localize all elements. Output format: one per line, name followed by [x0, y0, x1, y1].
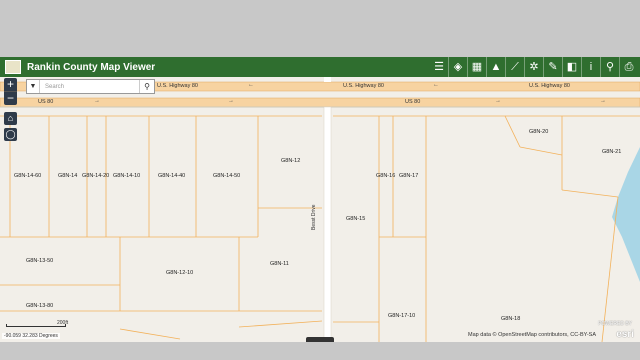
road-top	[324, 77, 331, 82]
road-label-us80-left: US 80	[38, 99, 54, 105]
oneway-arrow: →	[495, 98, 501, 104]
oneway-arrow: →	[228, 98, 234, 104]
layers-icon[interactable]: ◈	[448, 57, 467, 77]
search-widget: ▼ Search ⚲	[26, 79, 155, 94]
print-icon[interactable]: ⎙	[619, 57, 638, 77]
map-attribution: Map data © OpenStreetMap contributors, C…	[468, 332, 596, 338]
home-button[interactable]: ⌂	[4, 112, 17, 125]
map-canvas[interactable]: U.S. Highway 80 U.S. Highway 80 U.S. Hig…	[0, 77, 640, 342]
coordinate-readout: -90.059 32.283 Degrees	[2, 333, 60, 339]
scale-label: 200ft	[57, 320, 69, 326]
land-background	[0, 77, 640, 342]
parcel-label: G8N-17	[399, 173, 419, 179]
road-label-besst-drive: Besst Drive	[311, 204, 317, 230]
zoom-control: + −	[4, 78, 17, 105]
map-svg[interactable]	[0, 77, 640, 342]
toolbar: ☰ ◈ ▦ ▲ ⟋ ✲ ✎ ◧ i ⚲ ⎙	[430, 57, 638, 77]
share-icon[interactable]: ⚲	[600, 57, 619, 77]
parcel-label: G8N-15	[346, 216, 366, 222]
legend-icon[interactable]: ☰	[430, 57, 448, 77]
measure-icon[interactable]: ⟋	[505, 57, 524, 77]
about-icon[interactable]: i	[581, 57, 600, 77]
county-logo	[5, 60, 21, 74]
parcel-label: G8N-12	[281, 158, 301, 164]
search-input[interactable]: Search	[40, 84, 139, 90]
road-label-highway-80-left: U.S. Highway 80	[157, 83, 198, 89]
zoom-in-button[interactable]: +	[4, 78, 17, 91]
oneway-arrow: ←	[433, 82, 439, 88]
bottom-panel-handle[interactable]	[306, 337, 334, 342]
parcel-label: G8N-14-40	[158, 173, 186, 179]
parcel-label: G8N-20	[529, 129, 549, 135]
parcel-label: G8N-21	[602, 149, 622, 155]
header-bar: Rankin County Map Viewer ☰ ◈ ▦ ▲ ⟋ ✲ ✎ ◧ i ⚲ ⎙	[0, 57, 640, 77]
draw-icon[interactable]: ✎	[543, 57, 562, 77]
parcel-label: G8N-16	[376, 173, 396, 179]
parcel-label: G8N-17-10	[388, 313, 416, 319]
besst-drive-road	[323, 106, 332, 342]
esri-powered-text: POWERED BY	[598, 321, 632, 327]
search-source-dropdown[interactable]: ▼	[27, 80, 40, 93]
parcel-label: G8N-12-10	[166, 270, 194, 276]
oneway-arrow: →	[600, 98, 606, 104]
parcel-label: G8N-14-10	[113, 173, 141, 179]
esri-logo: esri	[616, 329, 634, 340]
parcel-label: G8N-13-50	[26, 258, 54, 264]
parcel-label: G8N-13-80	[26, 303, 54, 309]
road-label-highway-80-right: U.S. Highway 80	[529, 83, 570, 89]
basemap-gallery-icon[interactable]: ▦	[467, 57, 486, 77]
road-label-us80-right: US 80	[405, 99, 421, 105]
parcel-label: G8N-14-50	[213, 173, 241, 179]
parcel-label: G8N-11	[270, 261, 289, 267]
oneway-arrow: →	[94, 98, 100, 104]
road-label-highway-80-mid: U.S. Highway 80	[343, 83, 384, 89]
map-app: Rankin County Map Viewer ☰ ◈ ▦ ▲ ⟋ ✲ ✎ ◧ i ⚲ ⎙	[0, 57, 640, 342]
parcel-label: G8N-18	[501, 316, 521, 322]
parcel-label: G8N-14-60	[14, 173, 42, 179]
panel-icon[interactable]: ◧	[562, 57, 581, 77]
oneway-arrow: ←	[248, 82, 254, 88]
app-title: Rankin County Map Viewer	[27, 61, 156, 73]
parcel-label: G8N-14-20	[82, 173, 110, 179]
search-icon[interactable]: ⚲	[139, 80, 154, 93]
query-icon[interactable]: ✲	[524, 57, 543, 77]
zoom-out-button[interactable]: −	[4, 91, 17, 105]
locate-button[interactable]: ◯	[4, 128, 17, 141]
warning-icon[interactable]: ▲	[486, 57, 505, 77]
parcel-label: G8N-14	[58, 173, 78, 179]
